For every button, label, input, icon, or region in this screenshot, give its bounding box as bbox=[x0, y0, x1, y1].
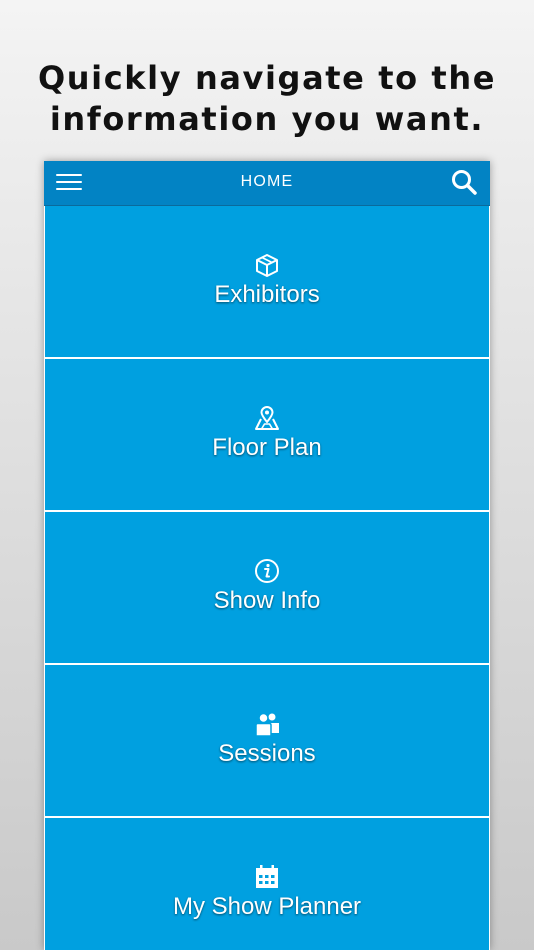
tile-label-exhibitors: Exhibitors bbox=[214, 281, 320, 308]
home-tiles: Exhibitors Floor Plan Show Info Sessions… bbox=[44, 206, 490, 950]
tile-exhibitors[interactable]: Exhibitors bbox=[45, 206, 489, 357]
tile-show-info[interactable]: Show Info bbox=[45, 512, 489, 663]
tile-floor-plan[interactable]: Floor Plan bbox=[45, 359, 489, 510]
search-icon[interactable] bbox=[450, 168, 478, 196]
tile-my-show-planner[interactable]: My Show Planner bbox=[45, 818, 489, 950]
tile-label-my-show-planner: My Show Planner bbox=[172, 893, 362, 920]
app-screen: HOME Exhibitors Floor Plan Show Info Ses… bbox=[44, 161, 490, 950]
tile-label-show-info: Show Info bbox=[213, 587, 321, 614]
headline-line-1: Quickly navigate to the bbox=[37, 59, 497, 97]
headline-line-2: information you want. bbox=[49, 100, 485, 138]
nav-title: HOME bbox=[240, 173, 294, 190]
map-pin-icon bbox=[254, 405, 280, 431]
promo-headline: Quickly navigate to the information you … bbox=[0, 58, 534, 140]
box-icon bbox=[254, 253, 280, 279]
tile-sessions[interactable]: Sessions bbox=[45, 665, 489, 816]
info-icon bbox=[254, 558, 280, 584]
calendar-icon bbox=[254, 864, 280, 890]
nav-bar: HOME bbox=[44, 161, 490, 206]
tile-label-floor-plan: Floor Plan bbox=[212, 434, 322, 461]
tile-label-sessions: Sessions bbox=[218, 740, 316, 767]
people-icon bbox=[254, 711, 280, 737]
